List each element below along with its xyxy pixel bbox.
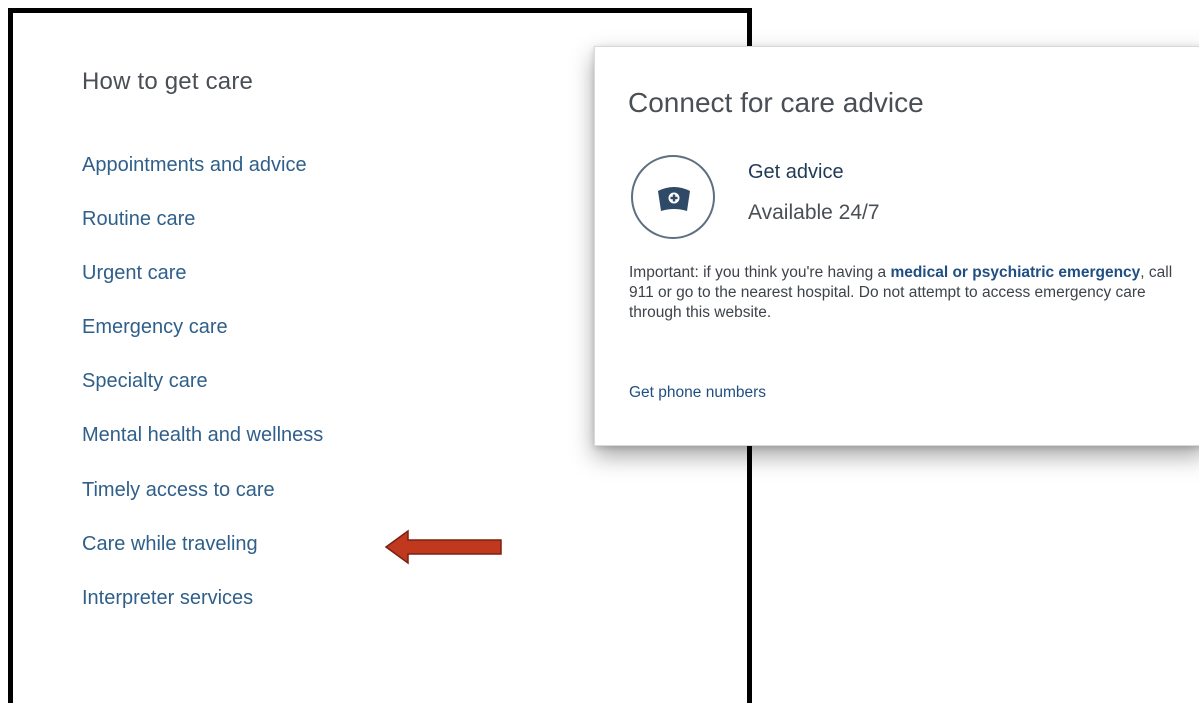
left-arrow-icon: [384, 529, 502, 565]
advice-icon-circle[interactable]: [631, 155, 715, 239]
emergency-notice: Important: if you think you're having a …: [629, 263, 1185, 323]
nav-item-interpreter-services[interactable]: Interpreter services: [82, 583, 323, 637]
nav-item-urgent-care[interactable]: Urgent care: [82, 258, 323, 312]
notice-prefix: Important: if you think you're having a: [629, 264, 891, 281]
care-nav-list: Appointments and advice Routine care Urg…: [82, 150, 323, 637]
get-phone-numbers-link[interactable]: Get phone numbers: [629, 384, 766, 402]
nav-item-routine-care[interactable]: Routine care: [82, 204, 323, 258]
card-title: Connect for care advice: [628, 87, 924, 118]
nav-item-timely-access-to-care[interactable]: Timely access to care: [82, 475, 323, 529]
nav-item-mental-health-and-wellness[interactable]: Mental health and wellness: [82, 420, 323, 474]
left-arrow-shape: [384, 529, 502, 565]
availability-text: Available 24/7: [748, 201, 880, 224]
section-title: How to get care: [82, 68, 254, 95]
nav-item-appointments-and-advice[interactable]: Appointments and advice: [82, 150, 323, 204]
nav-item-emergency-care[interactable]: Emergency care: [82, 312, 323, 366]
nurse-cap-icon: [658, 187, 690, 211]
emergency-link[interactable]: medical or psychiatric emergency: [890, 264, 1140, 281]
get-advice-label[interactable]: Get advice: [748, 161, 844, 184]
screenshot-stage: How to get care Appointments and advice …: [0, 0, 1199, 703]
nav-item-specialty-care[interactable]: Specialty care: [82, 366, 323, 420]
nav-item-care-while-traveling[interactable]: Care while traveling: [82, 529, 323, 583]
care-advice-card: Connect for care advice Get advice Avail…: [594, 46, 1199, 446]
